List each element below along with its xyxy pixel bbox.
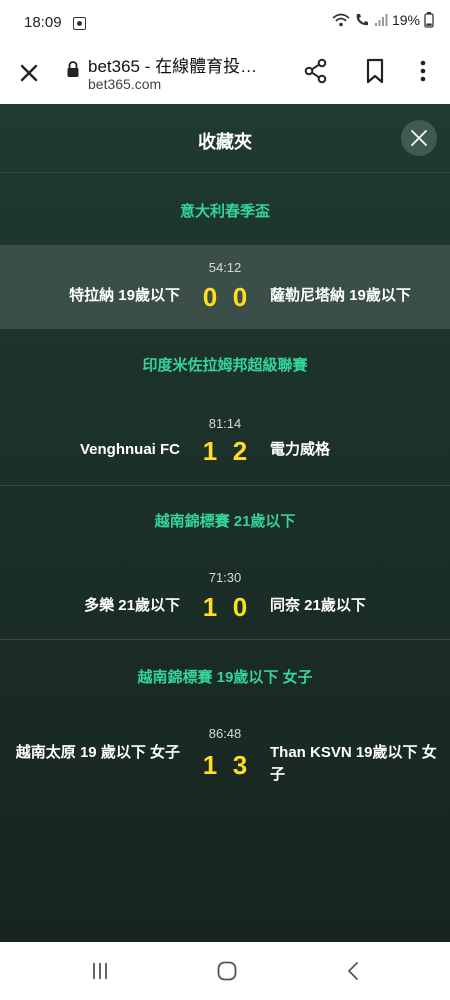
match-time: 86:48 (208, 726, 242, 741)
match-row[interactable]: 54:12 特拉納 19歲以下 0 0 薩勒尼塔納 19歲以下 (0, 245, 450, 329)
panel-close-button[interactable] (401, 120, 437, 156)
away-team: 電力威格 (270, 441, 331, 458)
home-score: 0 (202, 282, 218, 312)
divider (0, 485, 450, 486)
away-team: 同奈 21歲以下 (270, 597, 366, 614)
home-team: Venghnuai FC (79, 441, 180, 458)
panel-title: 收藏夾 (198, 132, 252, 152)
bookmark-button[interactable] (360, 56, 390, 86)
back-button[interactable] (343, 960, 365, 987)
page-url[interactable]: bet365.com (88, 76, 161, 92)
close-icon (20, 64, 38, 82)
status-bar: 18:09 19% (0, 0, 450, 48)
home-score: 1 (202, 750, 218, 780)
divider (0, 639, 450, 640)
home-score: 1 (202, 436, 218, 466)
away-score: 0 (232, 282, 248, 312)
match-row[interactable]: 71:30 多樂 21歲以下 1 0 同奈 21歲以下 (0, 556, 450, 636)
away-score: 2 (232, 436, 248, 466)
match-time: 71:30 (208, 570, 242, 585)
page-title[interactable]: bet365 - 在線體育投… (88, 52, 288, 77)
notification-icon (73, 17, 86, 30)
share-icon (304, 58, 327, 84)
back-icon (348, 962, 358, 980)
home-team: 越南太原 19 歲以下 女子 (15, 744, 180, 761)
recent-apps-icon (93, 963, 107, 979)
home-team: 特拉納 19歲以下 (69, 287, 180, 304)
status-time: 18:09 (24, 14, 62, 31)
match-row[interactable]: 81:14 Venghnuai FC 1 2 電力威格 (0, 402, 450, 482)
battery-percent: 19% (391, 12, 420, 28)
league-header[interactable]: 印度米佐拉姆邦超級聯賽 (0, 354, 450, 375)
browser-toolbar: bet365 - 在線體育投… bet365.com (0, 48, 450, 105)
away-score: 3 (232, 750, 248, 780)
share-button[interactable] (301, 56, 331, 86)
close-tab-button[interactable] (16, 60, 42, 86)
bookmark-icon (366, 58, 384, 84)
panel-header: 收藏夾 (0, 104, 450, 173)
home-team: 多樂 21歲以下 (84, 597, 180, 614)
home-icon (217, 961, 237, 981)
away-team: 薩勒尼塔納 19歲以下 (270, 287, 411, 304)
battery-icon (424, 12, 434, 28)
more-options-button[interactable] (411, 56, 435, 86)
league-header[interactable]: 越南錦標賽 19歲以下 女子 (0, 666, 450, 687)
system-nav-bar (0, 942, 450, 1000)
home-button[interactable] (216, 960, 238, 987)
close-icon (411, 130, 427, 146)
match-time: 54:12 (208, 260, 242, 275)
match-row[interactable]: 86:48 越南太原 19 歲以下 女子 1 3 Than KSVN 19歲以下… (0, 710, 450, 810)
wifi-icon (332, 13, 350, 27)
match-time: 81:14 (208, 416, 242, 431)
away-team: Than KSVN 19歲以下 女子 (270, 744, 437, 783)
call-icon (356, 14, 368, 26)
league-header[interactable]: 意大利春季盃 (0, 200, 450, 221)
favourites-panel: 收藏夾 意大利春季盃 54:12 特拉納 19歲以下 0 0 薩勒尼塔納 19歲… (0, 104, 450, 942)
status-indicators: 19% (332, 12, 434, 28)
away-score: 0 (232, 592, 248, 622)
league-header[interactable]: 越南錦標賽 21歲以下 (0, 510, 450, 531)
home-score: 1 (202, 592, 218, 622)
signal-icon (374, 14, 388, 26)
recent-apps-button[interactable] (89, 960, 111, 987)
more-icon (420, 60, 426, 82)
lock-icon (67, 61, 79, 77)
